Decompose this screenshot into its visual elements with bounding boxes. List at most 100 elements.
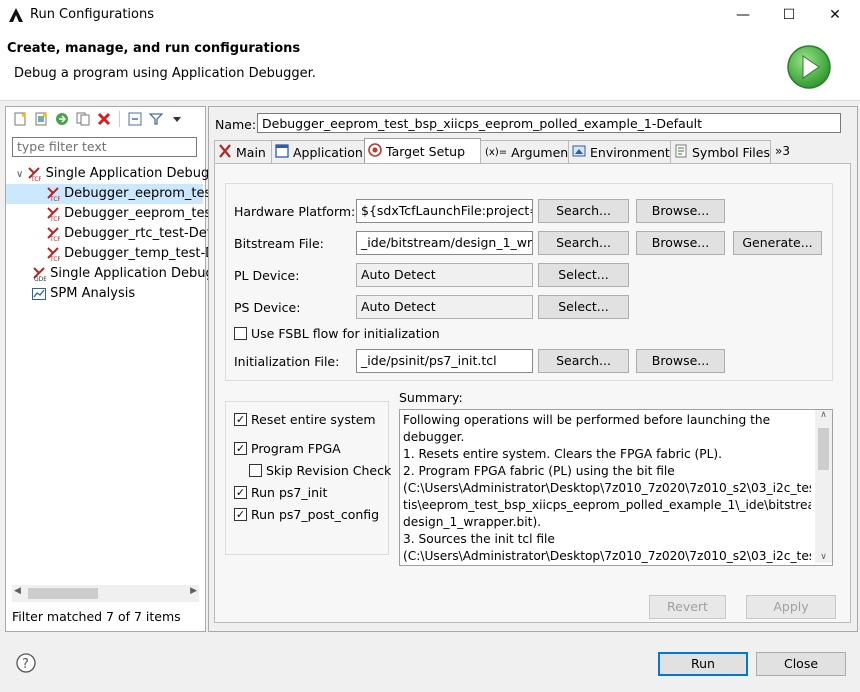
more-tabs-button[interactable]: »3 [775, 144, 790, 158]
collapse-all-icon[interactable] [127, 111, 143, 127]
pl-device-select-button[interactable]: Select... [538, 263, 629, 287]
hardware-platform-search-button[interactable]: Search... [538, 199, 629, 223]
tree-label: Debugger_eeprom_tes [64, 186, 212, 201]
summary-line: debugger. [403, 430, 465, 444]
init-file-field[interactable]: _ide/psinit/ps7_init.tcl [356, 349, 533, 373]
tree-item-debugger-eeprom-1[interactable]: TCF Debugger_eeprom_tes [6, 184, 211, 204]
name-label: Name: [215, 117, 257, 132]
skip-revision-label: Skip Revision Check [266, 463, 392, 478]
scroll-right-icon[interactable]: ▶ [190, 586, 197, 596]
header-subtitle: Debug a program using Application Debugg… [14, 66, 316, 81]
delete-config-icon[interactable] [96, 111, 112, 127]
svg-text:GDB: GDB [34, 276, 46, 281]
config-tree: ∨ TCF Single Application Debug TCF Debug… [6, 164, 215, 304]
summary-line: Following operations will be performed b… [403, 413, 771, 427]
run-button[interactable]: Run [658, 652, 748, 676]
tab-main[interactable]: Main [214, 140, 272, 163]
help-icon[interactable]: ? [16, 653, 36, 673]
tree-label: Debugger_temp_test-D [64, 246, 216, 261]
tree-label: Debugger_eeprom_tes [64, 206, 212, 221]
scroll-up-icon[interactable]: ∧ [815, 410, 832, 420]
tcf-icon: TCF [46, 186, 62, 203]
summary-text: Following operations will be performed b… [403, 412, 811, 565]
run-ps7-post-row[interactable]: ✓ Run ps7_post_config [234, 507, 379, 522]
tree-item-debugger-temp[interactable]: TCF Debugger_temp_test-D [6, 244, 215, 264]
svg-text:TCF: TCF [49, 216, 60, 221]
summary-text-area[interactable]: Following operations will be performed b… [399, 409, 833, 566]
tab-arguments[interactable]: (x)= Arguments [480, 140, 580, 163]
new-config-icon[interactable] [12, 111, 28, 127]
window-title: Run Configurations [30, 7, 154, 22]
tree-item-debugger-eeprom-2[interactable]: TCF Debugger_eeprom_tes [6, 204, 211, 224]
tree-horizontal-scrollbar[interactable]: ◀ ▶ [12, 585, 199, 602]
skip-revision-checkbox[interactable] [249, 464, 262, 477]
tree-label: Single Application Debug [45, 166, 210, 181]
export-config-icon[interactable] [54, 111, 70, 127]
main-icon [218, 143, 232, 161]
filter-input[interactable]: type filter text [12, 137, 197, 157]
maximize-button[interactable]: ☐ [766, 0, 812, 30]
init-file-search-button[interactable]: Search... [538, 349, 629, 373]
use-fsbl-checkbox-row[interactable]: Use FSBL flow for initialization [234, 326, 440, 341]
config-name-input[interactable]: Debugger_eeprom_test_bsp_xiicps_eeprom_p… [257, 113, 841, 133]
program-fpga-label: Program FPGA [251, 441, 341, 456]
skip-revision-row[interactable]: Skip Revision Check [249, 463, 391, 478]
tab-target-setup[interactable]: Target Setup [364, 138, 481, 164]
tree-item-single-app-debug[interactable]: ∨ TCF Single Application Debug [6, 164, 209, 184]
filter-icon[interactable] [148, 111, 164, 127]
revert-button[interactable]: Revert [649, 595, 726, 619]
scrollbar-thumb[interactable] [818, 428, 829, 470]
bitstream-browse-button[interactable]: Browse... [636, 231, 725, 255]
apply-button[interactable]: Apply [746, 595, 836, 619]
view-menu-icon[interactable] [169, 111, 185, 127]
run-ps7-init-checkbox[interactable]: ✓ [234, 486, 247, 499]
init-file-browse-button[interactable]: Browse... [636, 349, 725, 373]
configuration-tree-panel: type filter text ∨ TCF Single Applicatio… [5, 106, 215, 632]
config-editor-panel: Name: Debugger_eeprom_test_bsp_xiicps_ee… [208, 106, 858, 632]
svg-text:TCF: TCF [49, 196, 60, 201]
expand-chevron-icon[interactable]: ∨ [16, 169, 23, 180]
bitstream-search-button[interactable]: Search... [538, 231, 629, 255]
run-ps7-post-checkbox[interactable]: ✓ [234, 508, 247, 521]
program-fpga-row[interactable]: ✓ Program FPGA [234, 441, 341, 456]
summary-vertical-scrollbar[interactable]: ∧ ∨ [815, 410, 832, 563]
new-prototype-icon[interactable] [33, 111, 49, 127]
bitstream-file-field[interactable]: _ide/bitstream/design_1_wrappe [356, 231, 533, 255]
gdb-icon: GDB [32, 266, 47, 283]
tcf-icon: TCF [27, 166, 43, 183]
tab-application[interactable]: Application [271, 140, 365, 163]
scrollbar-thumb[interactable] [28, 588, 98, 599]
close-button[interactable]: Close [756, 652, 846, 676]
header-title: Create, manage, and run configurations [7, 41, 301, 56]
scroll-down-icon[interactable]: ∨ [815, 552, 832, 562]
bitstream-generate-button[interactable]: Generate... [733, 231, 822, 255]
tab-label: Main [236, 144, 266, 160]
spm-icon [32, 287, 46, 301]
summary-line: 2. Program FPGA fabric (PL) using the bi… [403, 464, 675, 478]
duplicate-config-icon[interactable] [75, 111, 91, 127]
tab-symbol-files[interactable]: Symbol Files [670, 140, 771, 163]
scroll-left-icon[interactable]: ◀ [14, 586, 21, 596]
run-ps7-init-row[interactable]: ✓ Run ps7_init [234, 485, 327, 500]
use-fsbl-label: Use FSBL flow for initialization [251, 326, 440, 341]
init-file-label: Initialization File: [234, 354, 340, 369]
use-fsbl-checkbox[interactable] [234, 327, 247, 340]
reset-system-label: Reset entire system [251, 412, 376, 427]
reset-system-row[interactable]: ✓ Reset entire system [234, 412, 376, 427]
hardware-platform-field[interactable]: ${sdxTcfLaunchFile:project=eep [356, 199, 533, 223]
tree-label: Debugger_rtc_test-Def [64, 226, 212, 241]
close-window-button[interactable]: ✕ [812, 0, 858, 30]
tab-environment[interactable]: Environment [568, 140, 671, 163]
minimize-button[interactable]: — [720, 0, 766, 30]
ps-device-select-button[interactable]: Select... [538, 295, 629, 319]
target-icon [368, 143, 382, 160]
tab-label: Environment [590, 144, 670, 160]
run-ps7-post-label: Run ps7_post_config [251, 507, 380, 522]
summary-line: design_1_wrapper.bit). [403, 515, 542, 529]
program-fpga-checkbox[interactable]: ✓ [234, 442, 247, 455]
reset-system-checkbox[interactable]: ✓ [234, 413, 247, 426]
tree-item-single-app-debug-gdb[interactable]: GDB Single Application Debug [6, 264, 214, 284]
tree-item-spm-analysis[interactable]: SPM Analysis [6, 284, 203, 304]
hardware-platform-browse-button[interactable]: Browse... [636, 199, 725, 223]
tree-item-debugger-rtc[interactable]: TCF Debugger_rtc_test-Def [6, 224, 211, 244]
